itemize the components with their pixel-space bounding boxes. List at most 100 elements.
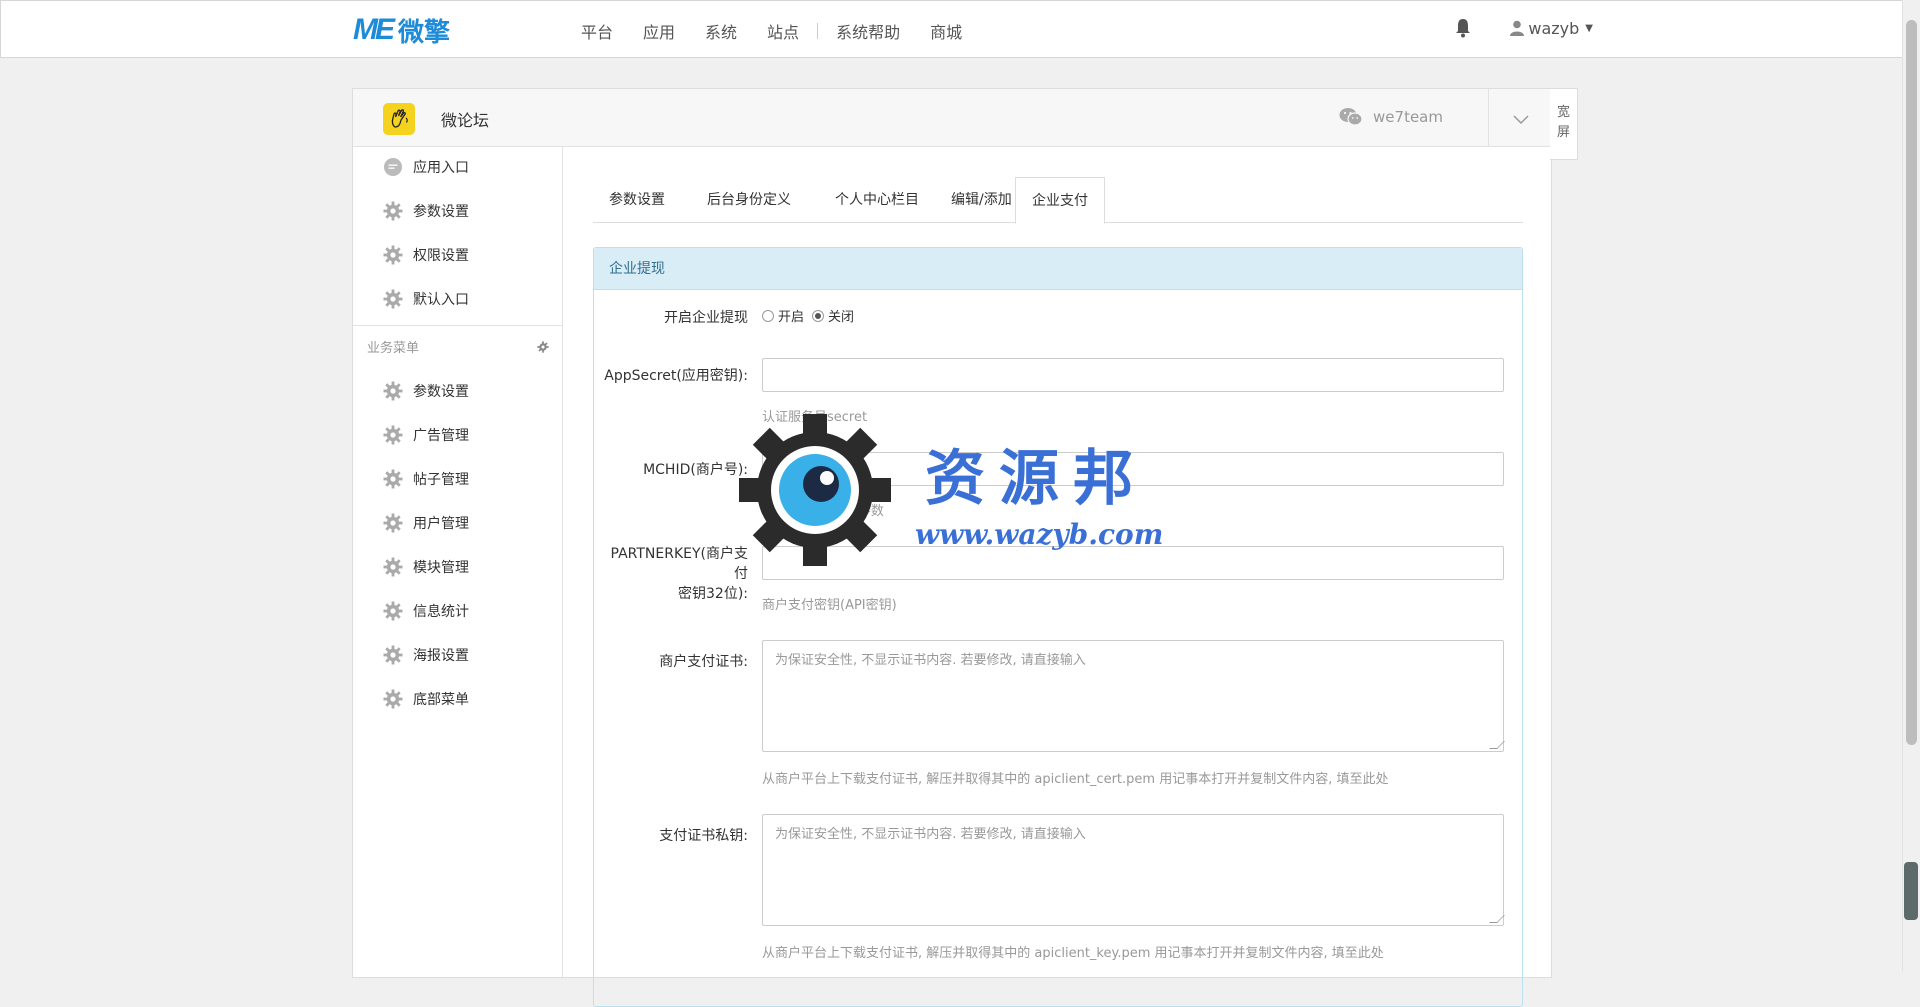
withdraw-panel: 企业提现 开启企业提现 开启 关闭 AppSecret(应用密钥): 认证服务号… [593, 247, 1523, 1007]
nav-sites[interactable]: 站点 [767, 19, 799, 43]
gear-icon [383, 381, 403, 401]
business-menu-header: 业务菜单 [367, 337, 549, 356]
radio-on-label: 开启 [778, 310, 805, 325]
chevron-down-icon[interactable] [1511, 109, 1531, 129]
radio-on[interactable] [762, 309, 774, 322]
floating-widget[interactable] [1904, 862, 1918, 920]
nav-apps[interactable]: 应用 [643, 19, 675, 43]
cert-help: 从商户平台上下载支付证书, 解压并取得其中的 apiclient_cert.pe… [762, 772, 1389, 787]
hand-wave-icon [391, 109, 408, 128]
settings-gear-icon[interactable] [537, 340, 549, 353]
gear-icon [383, 469, 403, 489]
sidebar-item-app-entry[interactable]: 应用入口 [383, 155, 469, 179]
mchid-label: MCHID(商户号): [643, 462, 748, 478]
sidebar-divider [353, 325, 563, 326]
username: wazyb [1528, 18, 1580, 38]
nav-store[interactable]: 商城 [930, 19, 962, 43]
sidebar-item-label: 用户管理 [413, 516, 469, 532]
gear-icon [383, 289, 403, 309]
partnerkey-input[interactable] [762, 546, 1504, 580]
tab-params[interactable]: 参数设置 [593, 177, 681, 223]
sidebar-item-permissions[interactable]: 权限设置 [383, 243, 469, 267]
resize-grip-icon[interactable] [1489, 915, 1505, 923]
top-navbar: ME 微擎 平台 应用 系统 站点 系统帮助 商城 wazyb ▼ [0, 0, 1920, 58]
sidebar-item-ads[interactable]: 广告管理 [383, 423, 469, 447]
resize-grip-icon[interactable] [1489, 741, 1505, 749]
sidebar-item-posters[interactable]: 海报设置 [383, 643, 469, 667]
sidebar-item-label: 模块管理 [413, 560, 469, 576]
widescreen-label-2: 屏 [1556, 125, 1570, 140]
sidebar-item-default-entry[interactable]: 默认入口 [383, 287, 469, 311]
enable-withdraw-radios: 开启 关闭 [762, 306, 854, 325]
gear-icon [383, 601, 403, 621]
sidebar-item-params[interactable]: 参数设置 [383, 199, 469, 223]
mchid-input[interactable] [762, 452, 1504, 486]
cert-placeholder: 为保证安全性, 不显示证书内容. 若要修改, 请直接输入 [775, 653, 1086, 668]
logo[interactable]: ME 微擎 [353, 13, 451, 48]
top-right: wazyb ▼ [1454, 18, 1593, 38]
appsecret-input[interactable] [762, 358, 1504, 392]
sidebar-item-label: 信息统计 [413, 604, 469, 620]
radio-off[interactable] [812, 309, 825, 322]
wechat-icon [1339, 108, 1363, 126]
tab-enterprise-payment[interactable]: 企业支付 [1015, 177, 1105, 224]
nav-system[interactable]: 系统 [705, 19, 737, 43]
gear-icon [383, 689, 403, 709]
nav-divider [817, 23, 819, 39]
section-title: 业务菜单 [367, 341, 420, 356]
gear-icon [383, 645, 403, 665]
user-menu[interactable]: wazyb ▼ [1510, 19, 1593, 38]
tab-edit-add[interactable]: 编辑/添加 [935, 177, 1028, 223]
sidebar-item-label: 参数设置 [413, 204, 469, 220]
sidebar-item-label: 默认入口 [413, 292, 469, 308]
sidebar-item-label: 广告管理 [413, 428, 469, 444]
partnerkey-help: 商户支付密钥(API密钥) [762, 598, 897, 613]
sidebar-item-label: 底部菜单 [413, 692, 469, 708]
top-nav: 平台 应用 系统 站点 系统帮助 商城 [581, 19, 992, 43]
caret-down-icon: ▼ [1585, 22, 1593, 34]
key-placeholder: 为保证安全性, 不显示证书内容. 若要修改, 请直接输入 [775, 827, 1086, 842]
main-panel: 微论坛 we7team 应用入口 参数设置 权限设置 默认入口 业务菜单 参数设… [352, 88, 1552, 1007]
tab-backend-identity[interactable]: 后台身份定义 [691, 177, 807, 223]
page-scrollbar[interactable] [1902, 0, 1920, 971]
key-label: 支付证书私钥: [659, 828, 748, 844]
partnerkey-label-line1: PARTNERKEY(商户支付 [610, 546, 748, 582]
tab-profile-columns[interactable]: 个人中心栏目 [819, 177, 935, 223]
key-textarea[interactable]: 为保证安全性, 不显示证书内容. 若要修改, 请直接输入 [762, 814, 1505, 926]
partnerkey-label: PARTNERKEY(商户支付 密钥32位): [598, 544, 748, 604]
gear-icon [383, 245, 403, 265]
nav-platform[interactable]: 平台 [581, 19, 613, 43]
user-icon [1510, 20, 1525, 36]
nav-help[interactable]: 系统帮助 [836, 19, 900, 43]
enable-withdraw-label: 开启企业提现 [664, 310, 748, 326]
logo-text: 微擎 [398, 17, 451, 48]
scrollbar-thumb[interactable] [1906, 20, 1917, 745]
app-icon [383, 103, 415, 135]
sidebar-item-label: 权限设置 [413, 248, 469, 264]
cert-label: 商户支付证书: [659, 654, 748, 670]
chat-icon [384, 158, 402, 176]
gear-icon [383, 425, 403, 445]
widescreen-toggle[interactable]: 宽 屏 [1550, 88, 1578, 160]
cert-textarea[interactable]: 为保证安全性, 不显示证书内容. 若要修改, 请直接输入 [762, 640, 1505, 752]
sidebar-item-label: 海报设置 [413, 648, 469, 664]
sidebar-item-label: 帖子管理 [413, 472, 469, 488]
panel-header: 微论坛 we7team [353, 89, 1551, 147]
sidebar-item-label: 应用入口 [413, 160, 469, 176]
sidebar-item-stats[interactable]: 信息统计 [383, 599, 469, 623]
appsecret-help: 认证服务号secret [762, 410, 868, 425]
mchid-help: 填入微信MCHID参数 [762, 504, 884, 519]
sidebar-item-footer-menu[interactable]: 底部菜单 [383, 687, 469, 711]
sidebar-item-modules[interactable]: 模块管理 [383, 555, 469, 579]
withdraw-panel-title: 企业提现 [594, 248, 1522, 290]
partnerkey-label-line2: 密钥32位): [678, 586, 748, 602]
account-switcher[interactable]: we7team [1339, 107, 1443, 127]
sidebar-item-posts[interactable]: 帖子管理 [383, 467, 469, 491]
sidebar-item-menu-params[interactable]: 参数设置 [383, 379, 469, 403]
bell-icon[interactable] [1454, 18, 1472, 38]
appsecret-label: AppSecret(应用密钥): [604, 368, 748, 384]
key-help: 从商户平台上下载支付证书, 解压并取得其中的 apiclient_key.pem… [762, 946, 1384, 961]
radio-off-label: 关闭 [828, 310, 855, 325]
sidebar-item-users[interactable]: 用户管理 [383, 511, 469, 535]
account-name: we7team [1373, 108, 1443, 126]
